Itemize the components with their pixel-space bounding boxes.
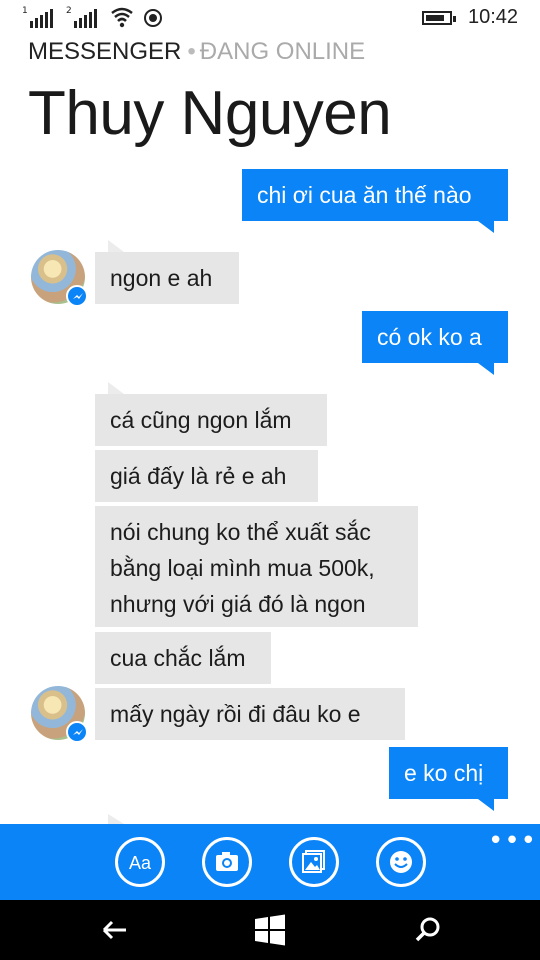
sim2-label: 2 (66, 6, 72, 16)
messenger-badge-icon (66, 721, 88, 743)
app-header: MESSENGER • ĐANG ONLINE (28, 38, 365, 66)
messenger-badge-icon (66, 285, 88, 307)
bubble-tail (108, 814, 124, 824)
photos-icon (302, 850, 325, 873)
presence-status: ĐANG ONLINE (199, 38, 366, 65)
message-outgoing[interactable]: có ok ko a (362, 311, 508, 363)
app-bar: Aa ••• (0, 824, 540, 900)
header-separator: • (187, 38, 196, 65)
font-style-label: Aa (129, 853, 152, 873)
message-incoming[interactable]: mấy ngày rồi đi đâu ko e (95, 688, 405, 740)
search-icon[interactable] (410, 912, 446, 948)
message-incoming[interactable]: ngon e ah (95, 252, 239, 304)
system-nav-bar (0, 900, 540, 960)
bubble-tail (478, 363, 494, 375)
signal-icon: 2 (66, 6, 100, 28)
photos-button[interactable] (289, 837, 339, 887)
message-incoming[interactable]: cua chắc lắm (95, 632, 271, 684)
camera-button[interactable] (202, 837, 252, 887)
battery-icon (422, 11, 456, 25)
more-options-button[interactable]: ••• (488, 828, 537, 854)
message-incoming[interactable]: nói chung ko thể xuất sắc bằng loại mình… (95, 506, 418, 627)
font-style-button[interactable]: Aa (115, 837, 165, 887)
emoji-button[interactable] (376, 837, 426, 887)
app-name: MESSENGER (28, 38, 182, 65)
sim1-label: 1 (22, 6, 28, 16)
signal-icon: 1 (22, 6, 56, 28)
font-style-icon: Aa (129, 853, 152, 873)
contact-name[interactable]: Thuy Nguyen (28, 78, 392, 149)
message-outgoing[interactable]: e ko chị (389, 747, 508, 799)
bubble-tail (478, 221, 494, 233)
camera-icon (216, 852, 238, 871)
bubble-tail (108, 240, 124, 252)
message-incoming[interactable]: giá đấy là rẻ e ah (95, 450, 318, 502)
status-time: 10:42 (468, 6, 519, 28)
windows-start-icon[interactable] (252, 912, 288, 948)
bubble-tail (108, 382, 124, 394)
message-incoming[interactable]: cá cũng ngon lắm (95, 394, 327, 446)
record-icon (144, 9, 162, 27)
bubble-tail (478, 799, 494, 811)
contact-avatar[interactable] (31, 250, 88, 307)
contact-avatar[interactable] (31, 686, 88, 743)
emoji-icon (390, 851, 412, 873)
wifi-icon (111, 7, 133, 28)
status-bar: 1 2 10:42 (0, 0, 540, 34)
back-arrow-icon[interactable] (97, 912, 133, 948)
message-outgoing[interactable]: chi ơi cua ăn thế nào (242, 169, 508, 221)
